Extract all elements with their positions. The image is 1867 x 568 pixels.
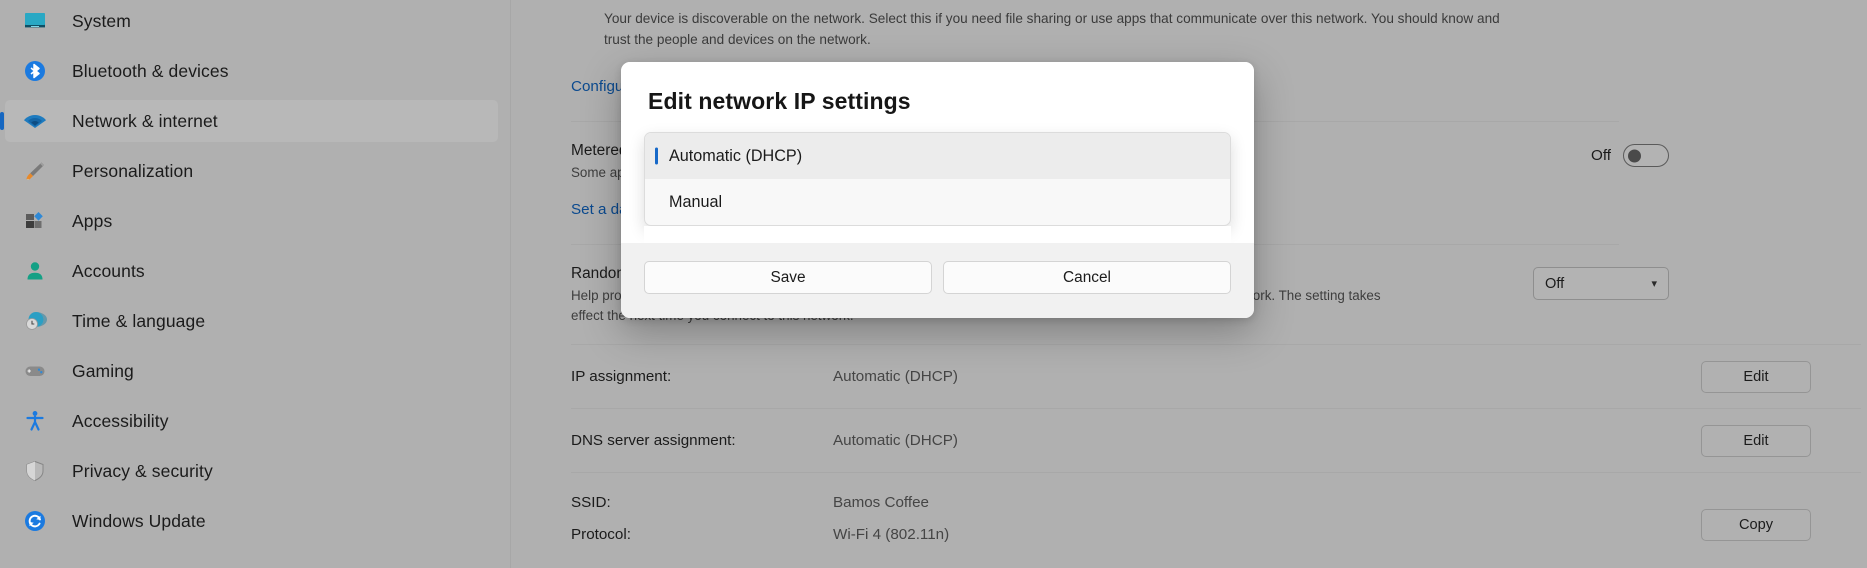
gamepad-icon <box>22 358 48 384</box>
shield-icon <box>22 458 48 484</box>
sidebar-item-label: Apps <box>72 211 112 232</box>
toggle-knob <box>1628 149 1641 162</box>
ssid-value: Bamos Coffee <box>833 494 929 511</box>
dns-assignment-key: DNS server assignment: <box>571 432 833 449</box>
sidebar-item-label: Bluetooth & devices <box>72 61 229 82</box>
sidebar-item-apps[interactable]: Apps <box>5 200 498 242</box>
sidebar-item-label: System <box>72 11 131 32</box>
sidebar-item-label: Personalization <box>72 161 193 182</box>
private-network-title: Private network <box>604 0 1801 4</box>
sidebar-item-personalization[interactable]: Personalization <box>5 150 498 192</box>
ip-assignment-value: Automatic (DHCP) <box>833 368 958 385</box>
edit-network-ip-settings-dialog: Edit network IP settings Automatic (DHCP… <box>621 62 1254 318</box>
accessibility-icon <box>22 408 48 434</box>
sidebar-item-label: Accounts <box>72 261 145 282</box>
network-info-row: SSID: Bamos Coffee Protocol: Wi-Fi 4 (80… <box>571 472 1861 558</box>
dns-assignment-value: Automatic (DHCP) <box>833 432 958 449</box>
metered-connection-toggle[interactable] <box>1623 144 1669 167</box>
ip-assignment-row: IP assignment: Automatic (DHCP) Edit <box>571 344 1861 408</box>
sidebar-item-label: Time & language <box>72 311 205 332</box>
sidebar-item-bluetooth-devices[interactable]: Bluetooth & devices <box>5 50 498 92</box>
person-icon <box>22 258 48 284</box>
bluetooth-icon <box>22 58 48 84</box>
sidebar-item-windows-update[interactable]: Windows Update <box>5 500 498 542</box>
dropdown-option-label: Automatic (DHCP) <box>669 147 802 166</box>
cancel-button[interactable]: Cancel <box>943 261 1231 294</box>
protocol-pair: Protocol: Wi-Fi 4 (802.11n) <box>571 518 1861 550</box>
paintbrush-icon <box>22 158 48 184</box>
protocol-value: Wi-Fi 4 (802.11n) <box>833 526 949 543</box>
metered-connection-control: Off <box>1591 144 1669 167</box>
apps-icon <box>22 208 48 234</box>
sidebar-nav-list: System Bluetooth & devices Network & int… <box>0 0 510 542</box>
dropdown-option-automatic-dhcp[interactable]: Automatic (DHCP) <box>645 133 1230 179</box>
network-info-copy-button[interactable]: Copy <box>1701 509 1811 541</box>
protocol-key: Protocol: <box>571 526 833 543</box>
ssid-pair: SSID: Bamos Coffee <box>571 486 1861 518</box>
sidebar: System Bluetooth & devices Network & int… <box>0 0 510 568</box>
sidebar-item-gaming[interactable]: Gaming <box>5 350 498 392</box>
sidebar-item-accessibility[interactable]: Accessibility <box>5 400 498 442</box>
sidebar-item-accounts[interactable]: Accounts <box>5 250 498 292</box>
ip-assignment-edit-button[interactable]: Edit <box>1701 361 1811 393</box>
ip-assignment-key: IP assignment: <box>571 368 833 385</box>
randomized-control: Off ▾ <box>1533 267 1669 300</box>
update-icon <box>22 508 48 534</box>
settings-window: System Bluetooth & devices Network & int… <box>0 0 1867 568</box>
ip-assignment-dropdown-list: Automatic (DHCP) Manual <box>644 132 1231 226</box>
dialog-footer: Save Cancel <box>621 243 1254 318</box>
clock-globe-icon <box>22 308 48 334</box>
dropdown-option-label: Manual <box>669 193 722 212</box>
dns-assignment-edit-button[interactable]: Edit <box>1701 425 1811 457</box>
dialog-body: Edit network IP settings Automatic (DHCP… <box>621 62 1254 243</box>
sidebar-item-label: Accessibility <box>72 411 169 432</box>
save-button[interactable]: Save <box>644 261 932 294</box>
randomized-dropdown[interactable]: Off ▾ <box>1533 267 1669 300</box>
sidebar-item-network-internet[interactable]: Network & internet <box>5 100 498 142</box>
metered-toggle-state-label: Off <box>1591 147 1611 164</box>
ssid-key: SSID: <box>571 494 833 511</box>
private-network-description: Your device is discoverable on the netwo… <box>604 8 1522 50</box>
sidebar-item-system[interactable]: System <box>5 0 498 42</box>
sidebar-item-label: Windows Update <box>72 511 206 532</box>
sidebar-item-label: Privacy & security <box>72 461 213 482</box>
sidebar-item-label: Network & internet <box>72 111 218 132</box>
sidebar-item-label: Gaming <box>72 361 134 382</box>
sidebar-item-time-language[interactable]: Time & language <box>5 300 498 342</box>
private-network-option[interactable]: Private network Your device is discovera… <box>571 0 1801 50</box>
dialog-spacer <box>644 226 1231 243</box>
dns-assignment-row: DNS server assignment: Automatic (DHCP) … <box>571 408 1861 472</box>
wifi-icon <box>22 108 48 134</box>
monitor-icon <box>22 8 48 34</box>
randomized-dropdown-value: Off <box>1545 276 1564 292</box>
dialog-title: Edit network IP settings <box>644 88 1231 115</box>
sidebar-item-privacy-security[interactable]: Privacy & security <box>5 450 498 492</box>
chevron-down-icon: ▾ <box>1651 277 1657 290</box>
dropdown-option-manual[interactable]: Manual <box>645 179 1230 225</box>
